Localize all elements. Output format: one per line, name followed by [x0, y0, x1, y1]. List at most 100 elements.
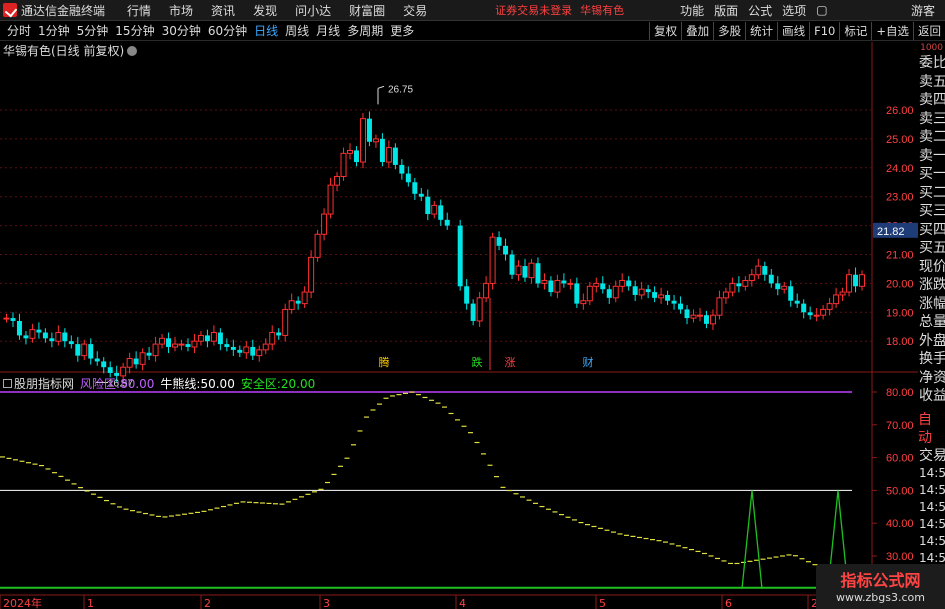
- app-logo-icon: [3, 3, 17, 17]
- menu-trade[interactable]: 交易: [403, 2, 427, 19]
- menu-ask[interactable]: 问小达: [295, 2, 331, 19]
- tick-time-item: 14:56: [919, 534, 945, 548]
- menu-wealth[interactable]: 财富圈: [349, 2, 385, 19]
- app-name: 通达信金融终端: [21, 3, 106, 18]
- trade-login-notice[interactable]: 证券交易未登录: [495, 2, 572, 18]
- candle-body-up: [528, 262, 535, 279]
- candle-body-down: [276, 332, 282, 336]
- period-60min[interactable]: 60分钟: [208, 22, 247, 39]
- time-tick-label: 1: [87, 597, 94, 609]
- mark-button[interactable]: 标记: [839, 21, 871, 40]
- candle-body-up: [593, 282, 600, 287]
- chart-settings-icon[interactable]: [127, 46, 138, 56]
- candle-body-down: [42, 332, 48, 339]
- candle-body-up: [722, 291, 729, 299]
- draw-line-button[interactable]: 画线: [777, 21, 809, 40]
- period-1min[interactable]: 1分钟: [38, 22, 70, 39]
- period-15min[interactable]: 15分钟: [115, 22, 154, 39]
- quote-field-item: 委比: [919, 55, 945, 71]
- trade-label[interactable]: 交易: [918, 447, 945, 466]
- menu-function[interactable]: 功能: [680, 2, 704, 19]
- main-chart-title: 华锡有色(日线 前复权): [3, 42, 138, 59]
- candle-body-down: [645, 289, 651, 293]
- candle-body-down: [496, 237, 502, 246]
- event-marker: 财: [583, 355, 594, 369]
- period-monthly[interactable]: 月线: [316, 22, 340, 39]
- candle-body-up: [29, 329, 36, 339]
- candle-body-down: [250, 346, 256, 356]
- auto-label[interactable]: 自动: [918, 411, 945, 447]
- candle-body-down: [16, 320, 22, 336]
- overlay-button[interactable]: 叠加: [681, 21, 713, 40]
- guest-user[interactable]: 游客: [911, 2, 935, 19]
- period-tick[interactable]: 分时: [7, 22, 31, 39]
- add-watchlist-button[interactable]: +自选: [871, 21, 913, 40]
- candle-body-down: [522, 266, 528, 278]
- menu-quotes[interactable]: 行情: [127, 2, 151, 19]
- chart-canvas[interactable]: 26.0025.0024.0023.0022.0021.0020.0019.00…: [0, 42, 918, 609]
- quote-field-item: 涨跌: [919, 277, 945, 293]
- menu-market[interactable]: 市场: [169, 2, 193, 19]
- quote-field-item: 收益: [919, 388, 945, 404]
- indicator-name[interactable]: 股朋指标网: [3, 375, 74, 392]
- checkbox-icon: [3, 379, 12, 388]
- candle-body-up: [690, 314, 697, 319]
- indicator-tick-label: 60.00: [886, 453, 914, 465]
- candle-body-down: [632, 286, 638, 295]
- candle-body-down: [392, 147, 398, 165]
- candle-body-up: [191, 340, 198, 348]
- quote-field-item: 买五: [919, 240, 945, 256]
- candle-body-up: [334, 175, 341, 186]
- quote-field-list: 委比 卖五 卖四 卖三 卖二 卖一 买一 买二 买三 买四 买五 现价 涨跌 涨幅 总量 外盘 换手 净资 收益: [918, 54, 945, 406]
- period-multi[interactable]: 多周期: [347, 22, 383, 39]
- quote-field-item: 买三: [919, 203, 945, 219]
- candle-body-down: [133, 358, 139, 365]
- quote-field-item: 总量: [919, 314, 945, 330]
- time-tick-label: 3: [323, 597, 330, 609]
- candle-body-up: [820, 308, 827, 316]
- menu-news[interactable]: 资讯: [211, 2, 235, 19]
- quote-field-item: 现价: [919, 258, 945, 275]
- quote-field-item: 买四: [919, 221, 945, 238]
- candle-body-up: [81, 343, 88, 357]
- time-tick-label: 4: [459, 597, 466, 609]
- candle-body-down: [703, 315, 709, 324]
- candle-body-down: [379, 138, 385, 163]
- f10-button[interactable]: F10: [809, 21, 839, 40]
- menu-options[interactable]: 选项: [782, 2, 806, 19]
- adjust-button[interactable]: 复权: [649, 21, 681, 40]
- menu-discover[interactable]: 发现: [253, 2, 277, 19]
- candle-body-up: [3, 317, 10, 320]
- menu-bar: 通达信金融终端 行情 市场 资讯 发现 问小达 财富圈 交易 证券交易未登录 华…: [0, 0, 945, 21]
- menu-layout[interactable]: 版面: [714, 2, 738, 19]
- minimize-icon[interactable]: ▢: [816, 3, 827, 17]
- candle-body-up: [126, 358, 133, 368]
- candle-body-down: [788, 286, 794, 301]
- candle-body-down: [425, 196, 431, 215]
- candle-body-up: [567, 282, 574, 285]
- candle-body-up: [826, 303, 833, 310]
- candle-body-up: [839, 291, 846, 296]
- candle-body-down: [405, 173, 411, 183]
- candle-body-down: [794, 300, 800, 304]
- statistics-button[interactable]: 统计: [745, 21, 777, 40]
- period-30min[interactable]: 30分钟: [162, 22, 201, 39]
- period-more[interactable]: 更多: [390, 22, 414, 39]
- period-daily[interactable]: 日线: [254, 22, 278, 39]
- candle-body-down: [94, 358, 100, 362]
- period-weekly[interactable]: 周线: [285, 22, 309, 39]
- back-button[interactable]: 返回: [913, 21, 945, 40]
- candle-body-down: [237, 349, 243, 353]
- candle-body-down: [626, 280, 632, 287]
- candle-body-down: [762, 266, 768, 275]
- multi-stock-button[interactable]: 多股: [713, 21, 745, 40]
- indicator-series: [0, 391, 857, 589]
- menu-formula[interactable]: 公式: [748, 2, 772, 19]
- candle-body-up: [172, 343, 179, 348]
- time-tick-label: 6: [725, 597, 732, 609]
- candle-body-down: [775, 283, 781, 290]
- candle-body-up: [586, 285, 593, 302]
- price-tick-label: 18.00: [886, 336, 914, 348]
- candle-body-down: [736, 283, 742, 287]
- period-5min[interactable]: 5分钟: [77, 22, 109, 39]
